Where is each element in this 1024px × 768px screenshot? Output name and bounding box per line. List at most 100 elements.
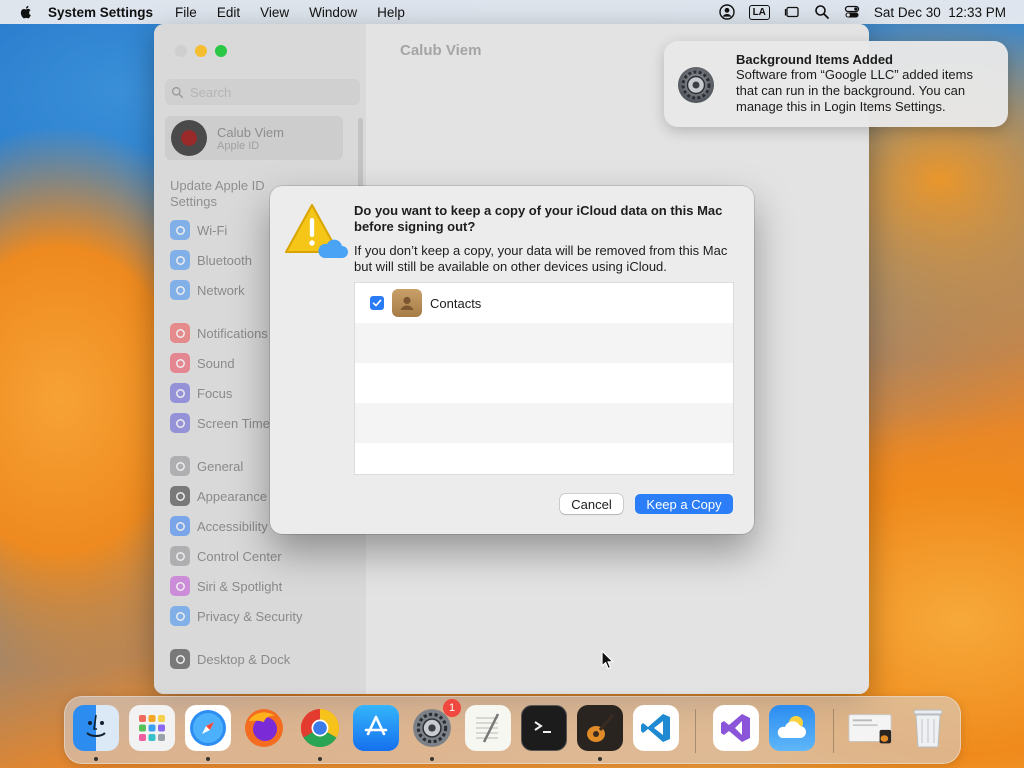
textedit-icon[interactable] (465, 705, 511, 751)
list-item-contacts[interactable]: Contacts (355, 283, 733, 323)
menu-clock[interactable]: Sat Dec 30 12:33 PM (874, 5, 1006, 20)
menu-view[interactable]: View (260, 5, 289, 20)
background-items-notification[interactable]: Background Items Added Software from “Go… (664, 41, 1008, 127)
finder-running-indicator (94, 757, 98, 761)
visual-studio-icon[interactable] (713, 705, 759, 751)
sidebar-item-wi-fi[interactable]: Wi-Fi (170, 218, 227, 242)
sidebar-item-sound[interactable]: Sound (170, 351, 235, 375)
account-subtitle: Apple ID (217, 139, 260, 152)
dialog-title: Do you want to keep a copy of your iClou… (354, 203, 723, 234)
sidebar-item-general[interactable]: General (170, 454, 243, 478)
sidebar-item-notifications[interactable]: Notifications (170, 321, 268, 345)
stage-manager-icon[interactable] (784, 4, 800, 20)
safari-running-indicator (206, 757, 210, 761)
hourglass-icon (170, 413, 190, 433)
firefox-icon[interactable] (241, 705, 287, 751)
sidebar-item-label: Accessibility (197, 518, 268, 534)
dock-icon (170, 649, 190, 669)
input-source-indicator[interactable]: LA (748, 4, 770, 20)
sidebar-item-label: Appearance (197, 488, 268, 504)
sidebar-item-network[interactable]: Network (170, 278, 245, 302)
mouse-pointer-icon (601, 650, 614, 670)
sidebar-item-appearance[interactable]: Appearance (170, 484, 267, 508)
list-empty-row (355, 363, 733, 403)
close-window-button[interactable] (175, 45, 187, 57)
icloud-data-list: Contacts (354, 282, 734, 475)
sidebar-item-privacy-security[interactable]: Privacy & Security (170, 604, 302, 628)
zoom-window-button[interactable] (215, 45, 227, 57)
search-placeholder: Search (190, 84, 232, 100)
sidebar-item-accessibility[interactable]: Accessibility (170, 514, 268, 538)
menu-app-name[interactable]: System Settings (48, 5, 153, 20)
notification-badge: 1 (443, 699, 461, 717)
launchpad-icon[interactable] (129, 705, 175, 751)
sidebar-item-label: Privacy & Security (197, 608, 303, 624)
chrome-running-indicator (318, 757, 322, 761)
cancel-button[interactable]: Cancel (560, 494, 623, 514)
sidebar-item-label: Bluetooth (197, 252, 252, 268)
globe-icon (170, 280, 190, 300)
speaker-icon (170, 353, 190, 373)
chrome-icon[interactable] (297, 705, 343, 751)
sidebar-item-label: Wi-Fi (197, 222, 228, 238)
finder-icon[interactable] (73, 705, 119, 751)
contacts-icon (392, 289, 422, 317)
sidebar-item-label: Notifications (197, 325, 268, 341)
notification-title: Background Items Added (736, 52, 893, 67)
list-empty-row (355, 403, 733, 443)
weather-icon[interactable] (769, 705, 815, 751)
checkmark-icon (372, 299, 382, 307)
sidebar-item-label: General (197, 458, 244, 474)
warning-icloud-icon (285, 204, 348, 258)
hand-icon (170, 606, 190, 626)
sidebar-item-label: Focus (197, 385, 233, 401)
minimize-window-button[interactable] (195, 45, 207, 57)
list-empty-row (355, 323, 733, 363)
search-icon (171, 86, 184, 98)
sidebar-item-focus[interactable]: Focus (170, 381, 232, 405)
siri-icon (170, 576, 190, 596)
icloud-keep-copy-dialog: Do you want to keep a copy of your iClou… (270, 186, 754, 534)
user-account-icon[interactable] (718, 4, 735, 20)
window-title: Calub Viem (400, 42, 482, 59)
trash-icon[interactable] (905, 705, 951, 751)
wifi-icon (170, 220, 190, 240)
spotlight-search-icon[interactable] (814, 4, 830, 20)
sidebar-item-label: Desktop & Dock (197, 651, 291, 667)
sidebar-item-siri-spotlight[interactable]: Siri & Spotlight (170, 574, 282, 598)
sidebar-item-label: Screen Time (197, 415, 270, 431)
control-center-icon (170, 546, 190, 566)
menu-file[interactable]: File (175, 5, 197, 20)
menu-window[interactable]: Window (309, 5, 357, 20)
apple-menu-icon[interactable] (18, 4, 34, 20)
list-item-label: Contacts (430, 295, 482, 311)
notification-body: Software from “Google LLC” added items t… (736, 67, 973, 114)
contacts-checkbox[interactable] (370, 296, 384, 310)
dock-separator (833, 709, 834, 753)
control-center-icon[interactable] (844, 4, 860, 20)
accessibility-icon (170, 516, 190, 536)
bell-icon (170, 323, 190, 343)
sidebar-item-desktop-dock[interactable]: Desktop & Dock (170, 647, 290, 671)
garageband-icon[interactable] (577, 705, 623, 751)
apple-id-account-row[interactable]: Calub Viem Apple ID (165, 116, 343, 160)
settings-search-input[interactable]: Search (165, 79, 360, 105)
safari-icon[interactable] (185, 705, 231, 751)
downloads-stack-icon[interactable] (847, 705, 893, 751)
gear-icon (170, 456, 190, 476)
garageband-running-indicator (598, 757, 602, 761)
sidebar-item-control-center[interactable]: Control Center (170, 544, 282, 568)
menu-edit[interactable]: Edit (217, 5, 240, 20)
keep-a-copy-button[interactable]: Keep a Copy (635, 494, 733, 514)
app-store-icon[interactable] (353, 705, 399, 751)
sidebar-item-bluetooth[interactable]: Bluetooth (170, 248, 252, 272)
sidebar-item-screen-time[interactable]: Screen Time (170, 411, 270, 435)
window-controls (175, 45, 235, 57)
dialog-message: If you don’t keep a copy, your data will… (354, 243, 728, 274)
account-name: Calub Viem (217, 124, 284, 140)
vscode-icon[interactable] (633, 705, 679, 751)
system-settings-icon[interactable]: 1 (409, 699, 461, 751)
terminal-icon[interactable] (521, 705, 567, 751)
bluetooth-icon (170, 250, 190, 270)
menu-help[interactable]: Help (377, 5, 405, 20)
